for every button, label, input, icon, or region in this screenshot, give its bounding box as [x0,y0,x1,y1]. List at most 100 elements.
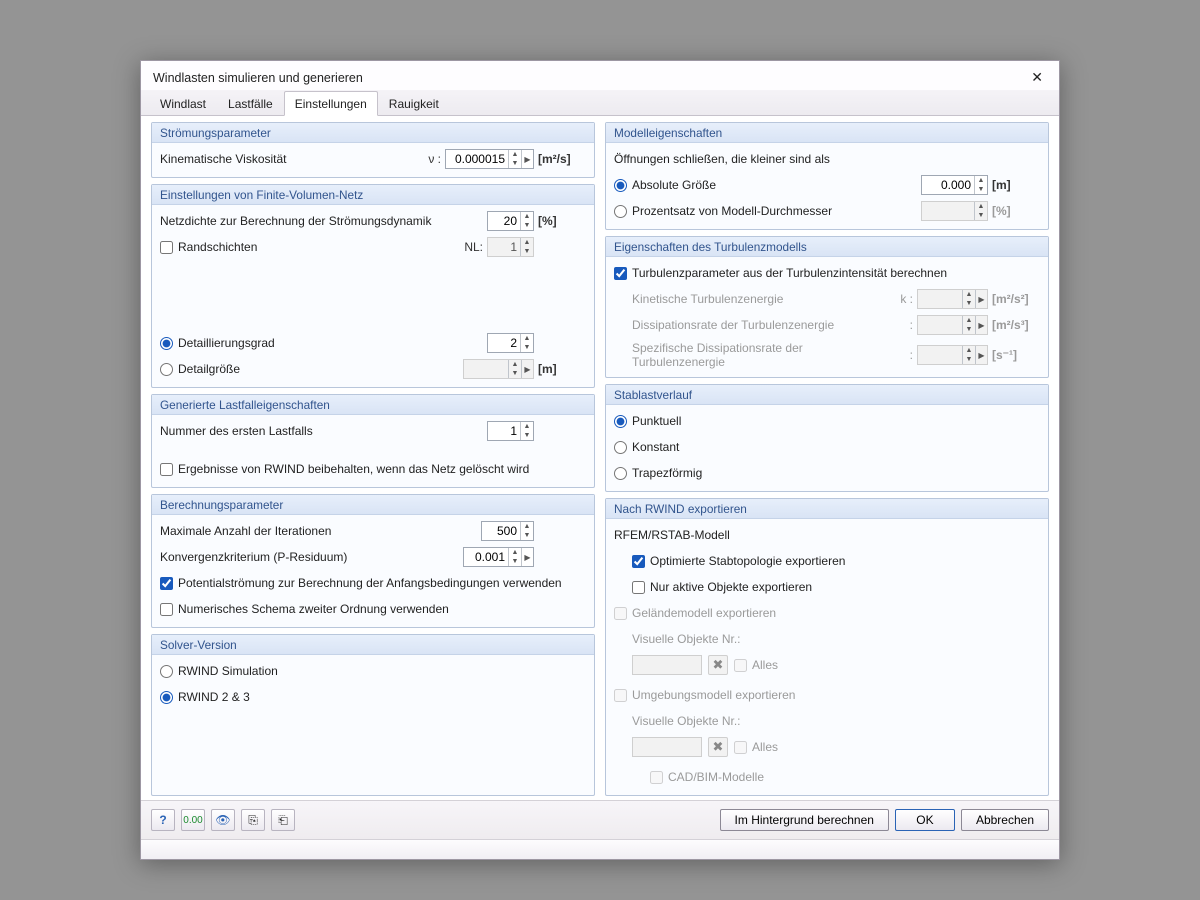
group-title: Eigenschaften des Turbulenzmodells [606,237,1048,257]
tab-windlast[interactable]: Windlast [149,91,217,116]
tab-lastfaelle[interactable]: Lastfälle [217,91,284,116]
convergence-input[interactable]: ▲▼ ▶ [463,547,534,567]
visual-objects-label-2: Visuelle Objekte Nr.: [614,711,1040,731]
optimized-topology-checkbox[interactable]: Optimierte Stabtopologie exportieren [632,554,845,568]
max-iterations-label: Maximale Anzahl der Iterationen [160,524,481,538]
k-symbol: k : [895,292,917,306]
status-bar [141,839,1059,859]
unit-label: [m] [534,362,586,376]
unit-label: [m²/s²] [988,292,1040,306]
dialog-footer: ? 0.00 👁 ⎘ ⎗ Im Hintergrund berechnen OK… [141,800,1059,839]
detail-size-radio[interactable]: Detailgröße [160,362,463,376]
group-export-rwind: Nach RWIND exportieren RFEM/RSTAB-Modell… [605,498,1049,796]
unit-label: [%] [988,204,1040,218]
delete-icon: ✖ [708,737,728,757]
units-icon[interactable]: 0.00 [181,809,205,831]
second-order-checkbox[interactable]: Numerisches Schema zweiter Ordnung verwe… [160,602,449,616]
unit-label: [m] [988,178,1040,192]
turb-omega-label: Spezifische Dissipationsrate der Turbule… [632,341,895,369]
titlebar: Windlasten simulieren und generieren ✕ [141,61,1059,90]
mesh-density-input[interactable]: ▲▼ [487,211,534,231]
tab-panel-einstellungen: Strömungsparameter Kinematische Viskosit… [141,116,1059,800]
group-turbulence-model: Eigenschaften des Turbulenzmodells Turbu… [605,236,1049,378]
all-checkbox-2: Alles [734,740,778,754]
memberload-constant-radio[interactable]: Konstant [614,440,679,454]
memberload-trapezoidal-radio[interactable]: Trapezförmig [614,466,702,480]
group-solver-version: Solver-Version RWIND Simulation RWIND 2 … [151,634,595,796]
turb-from-intensity-checkbox[interactable]: Turbulenzparameter aus der Turbulenzinte… [614,266,947,280]
cancel-button[interactable]: Abbrechen [961,809,1049,831]
right-column: Modelleigenschaften Öffnungen schließen,… [605,122,1049,796]
visual-objects-label-1: Visuelle Objekte Nr.: [614,629,1040,649]
visual-objects-input-2 [632,737,702,757]
percentage-input: ▲▼ [921,201,988,221]
all-checkbox-1: Alles [734,658,778,672]
nl-input: ▲▼ [487,237,534,257]
mesh-density-label: Netzdichte zur Berechnung der Strömungsd… [160,214,487,228]
visual-objects-input-1 [632,655,702,675]
turb-omega-input: ▲▼▶ [917,345,988,365]
group-title: Nach RWIND exportieren [606,499,1048,519]
group-title: Modelleigenschaften [606,123,1048,143]
delete-icon: ✖ [708,655,728,675]
potential-flow-checkbox[interactable]: Potentialströmung zur Berechnung der Anf… [160,576,562,590]
solver-rwind-23-radio[interactable]: RWIND 2 & 3 [160,690,250,704]
group-member-load-distribution: Stablastverlauf Punktuell Konstant Trape… [605,384,1049,492]
close-openings-label: Öffnungen schließen, die kleiner sind al… [614,152,830,166]
help-icon[interactable]: ? [151,809,175,831]
absolute-size-radio[interactable]: Absolute Größe [614,178,921,192]
group-title: Strömungsparameter [152,123,594,143]
eps-symbol: : [895,318,917,332]
nu-symbol: ν : [423,152,445,166]
turb-eps-input: ▲▼▶ [917,315,988,335]
percentage-radio[interactable]: Prozentsatz von Modell-Durchmesser [614,204,921,218]
unit-label: [m²/s] [534,152,586,166]
detail-level-input[interactable]: ▲▼ [487,333,534,353]
group-flow-parameters: Strömungsparameter Kinematische Viskosit… [151,122,595,178]
tab-einstellungen[interactable]: Einstellungen [284,91,378,116]
keep-results-checkbox[interactable]: Ergebnisse von RWIND beibehalten, wenn d… [160,462,529,476]
group-title: Solver-Version [152,635,594,655]
convergence-label: Konvergenzkriterium (P-Residuum) [160,550,463,564]
detail-size-input: ▲▼ ▶ [463,359,534,379]
boundary-layers-checkbox[interactable]: Randschichten [160,240,457,254]
first-loadcase-label: Nummer des ersten Lastfalls [160,424,487,438]
group-title: Generierte Lastfalleigenschaften [152,395,594,415]
detail-level-radio[interactable]: Detaillierungsgrad [160,336,487,350]
first-loadcase-input[interactable]: ▲▼ [487,421,534,441]
active-objects-only-checkbox[interactable]: Nur aktive Objekte exportieren [632,580,812,594]
turb-k-label: Kinetische Turbulenzenergie [632,292,895,306]
ok-button[interactable]: OK [895,809,955,831]
absolute-size-input[interactable]: ▲▼ [921,175,988,195]
unit-label: [s⁻¹] [988,348,1040,362]
export-settings-icon[interactable]: ⎘ [241,809,265,831]
group-finite-volume-mesh: Einstellungen von Finite-Volumen-Netz Ne… [151,184,595,388]
kinematic-viscosity-input[interactable]: ▲▼ ▶ [445,149,534,169]
import-settings-icon[interactable]: ⎗ [271,809,295,831]
omega-symbol: : [895,348,917,362]
terrain-model-checkbox: Geländemodell exportieren [614,606,776,620]
group-calculation-parameters: Berechnungsparameter Maximale Anzahl der… [151,494,595,628]
left-column: Strömungsparameter Kinematische Viskosit… [151,122,595,796]
max-iterations-input[interactable]: ▲▼ [481,521,534,541]
group-title: Berechnungsparameter [152,495,594,515]
turb-k-input: ▲▼▶ [917,289,988,309]
eye-icon[interactable]: 👁 [211,809,235,831]
environment-model-checkbox: Umgebungsmodell exportieren [614,688,795,702]
cad-bim-checkbox: CAD/BIM-Modelle [650,770,764,784]
solver-rwind-simulation-radio[interactable]: RWIND Simulation [160,664,278,678]
memberload-point-radio[interactable]: Punktuell [614,414,681,428]
dialog-title: Windlasten simulieren und generieren [153,71,363,85]
nl-label: NL: [457,240,487,254]
close-icon[interactable]: ✕ [1027,69,1047,86]
turb-eps-label: Dissipationsrate der Turbulenzenergie [632,318,895,332]
tab-strip: Windlast Lastfälle Einstellungen Rauigke… [141,90,1059,116]
rfem-rstab-label: RFEM/RSTAB-Modell [614,528,730,542]
kinematic-viscosity-label: Kinematische Viskosität [160,152,423,166]
group-title: Einstellungen von Finite-Volumen-Netz [152,185,594,205]
calculate-background-button[interactable]: Im Hintergrund berechnen [720,809,889,831]
tab-rauigkeit[interactable]: Rauigkeit [378,91,450,116]
group-model-properties: Modelleigenschaften Öffnungen schließen,… [605,122,1049,230]
group-title: Stablastverlauf [606,385,1048,405]
unit-label: [m²/s³] [988,318,1040,332]
